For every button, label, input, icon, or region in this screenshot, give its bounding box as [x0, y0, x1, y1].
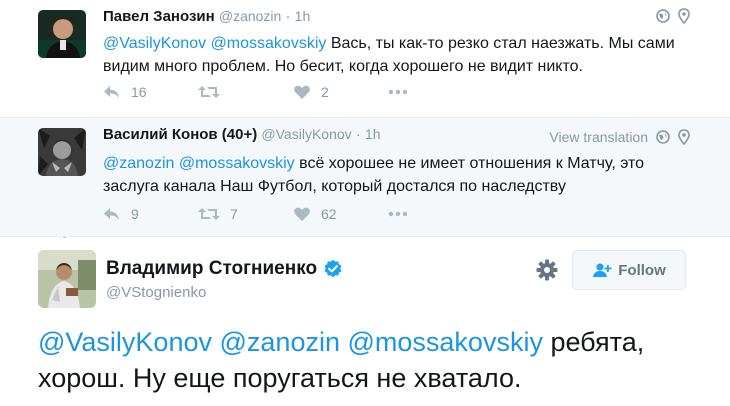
- retweet-count: 7: [230, 206, 238, 222]
- verified-icon: [324, 259, 342, 278]
- view-translation-link[interactable]: View translation: [549, 129, 648, 145]
- retweet-icon: [198, 86, 220, 98]
- more-icon: [388, 211, 408, 217]
- gear-icon: [536, 259, 558, 281]
- tweet-actions: 9 7 62: [103, 206, 483, 222]
- mention-link[interactable]: @VasilyKonov: [38, 327, 212, 357]
- user-handle[interactable]: @VasilyKonov: [261, 126, 351, 142]
- mention-link[interactable]: @VasilyKonov: [103, 35, 206, 52]
- tweet-header: Павел Занозин @zanozin · 1h: [103, 8, 310, 25]
- tweet-text: @zanozin @mossakovskiy всё хорошее не им…: [103, 152, 683, 198]
- tweet-meta-icons: View translation: [549, 129, 690, 145]
- tweet-meta-icons: [656, 8, 690, 24]
- follow-person-icon: [593, 263, 612, 277]
- mention-link[interactable]: @mossakovskiy: [179, 155, 295, 172]
- reply-icon: [104, 208, 119, 220]
- like-button[interactable]: 2: [293, 84, 388, 100]
- mention-link[interactable]: @zanozin: [103, 155, 174, 172]
- like-button[interactable]: 62: [293, 206, 388, 222]
- reply-icon: [104, 86, 119, 98]
- user-handle[interactable]: @zanozin: [219, 8, 281, 24]
- like-count: 2: [321, 84, 329, 100]
- reply-count: 9: [131, 206, 139, 222]
- display-name[interactable]: Владимир Стогниенко: [106, 258, 317, 280]
- tweet-vasilykonov[interactable]: Василий Конов (40+) @VasilyKonov · 1h Vi…: [0, 117, 730, 237]
- heart-icon: [294, 207, 310, 221]
- retweet-button[interactable]: 7: [198, 206, 293, 222]
- heart-icon: [294, 85, 310, 99]
- settings-button[interactable]: [536, 259, 558, 286]
- reply-button[interactable]: 9: [103, 206, 198, 222]
- timestamp[interactable]: 1h: [295, 8, 311, 24]
- retweet-button[interactable]: [198, 85, 293, 99]
- avatar[interactable]: [38, 128, 86, 176]
- tweet-text: @VasilyKonov @mossakovskiy Вась, ты как-…: [103, 32, 683, 78]
- tweet-text: @VasilyKonov @zanozin @mossakovskiy ребя…: [38, 324, 718, 396]
- more-button[interactable]: [388, 89, 483, 95]
- location-pin-icon: [678, 8, 690, 24]
- tweet-actions: 16 2: [103, 84, 483, 100]
- more-button[interactable]: [388, 211, 483, 217]
- avatar[interactable]: [38, 10, 86, 58]
- reply-count: 16: [131, 84, 147, 100]
- user-handle[interactable]: @VStognienko: [106, 284, 206, 301]
- reply-button[interactable]: 16: [103, 84, 198, 100]
- mention-link[interactable]: @mossakovskiy: [211, 35, 327, 52]
- follow-button-label: Follow: [618, 261, 666, 279]
- like-count: 62: [321, 206, 337, 222]
- globe-icon: [656, 130, 670, 144]
- avatar[interactable]: [38, 250, 96, 308]
- separator: ·: [355, 126, 361, 143]
- mention-link[interactable]: @zanozin: [220, 327, 340, 357]
- tweet-stognienko-main[interactable]: Владимир Стогниенко @VStognienko Follow …: [0, 238, 730, 406]
- display-name[interactable]: Василий Конов (40+): [103, 126, 257, 143]
- tweet-zanozin[interactable]: Павел Занозин @zanozin · 1h @VasilyKonov…: [0, 0, 730, 117]
- globe-icon: [656, 9, 670, 23]
- location-pin-icon: [678, 129, 690, 145]
- mention-link[interactable]: @mossakovskiy: [348, 327, 543, 357]
- separator: ·: [285, 8, 291, 25]
- display-name-row: Владимир Стогниенко: [106, 258, 343, 280]
- tweet-header: Василий Конов (40+) @VasilyKonov · 1h: [103, 126, 381, 143]
- display-name[interactable]: Павел Занозин: [103, 8, 215, 25]
- timestamp[interactable]: 1h: [365, 126, 381, 142]
- retweet-icon: [198, 208, 220, 220]
- more-icon: [388, 89, 408, 95]
- follow-button[interactable]: Follow: [572, 250, 686, 290]
